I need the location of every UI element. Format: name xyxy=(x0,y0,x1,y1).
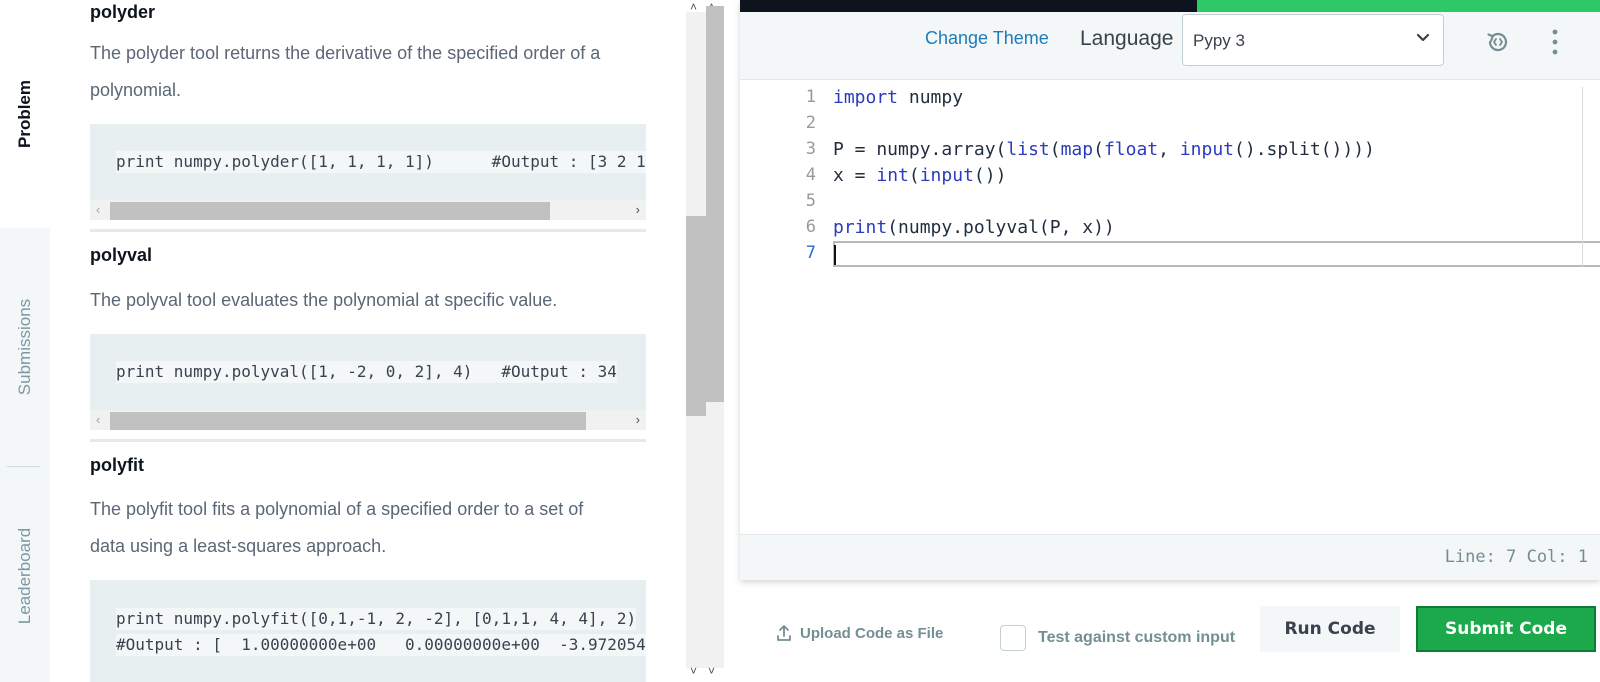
section-desc-polyder: The polyder tool returns the derivative … xyxy=(90,35,646,109)
text-cursor xyxy=(834,245,836,265)
section-desc-polyval: The polyval tool evaluates the polynomia… xyxy=(90,282,646,319)
code-text: ( xyxy=(1049,139,1061,160)
code-keyword: int xyxy=(876,165,909,186)
section-desc-polyfit: The polyfit tool fits a polynomial of a … xyxy=(90,491,646,565)
scroll-down-icon[interactable]: ˅ xyxy=(708,664,715,678)
code-text: x = xyxy=(833,165,877,186)
code-keyword: map xyxy=(1060,139,1094,160)
scroll-down-icon[interactable]: ˅ xyxy=(690,664,697,678)
line-number: 5 xyxy=(805,191,816,211)
tab-leaderboard[interactable]: Leaderboard xyxy=(0,470,50,682)
editor-minimap-edge xyxy=(1582,87,1600,267)
section-divider xyxy=(90,439,646,442)
code-line[interactable]: import numpy xyxy=(833,87,963,108)
upload-icon xyxy=(777,625,791,641)
desc-line: The polyval tool evaluates the polynomia… xyxy=(90,290,558,310)
line-number: 2 xyxy=(805,113,816,133)
code-text: , xyxy=(1158,139,1180,160)
section-title-polyfit: polyfit xyxy=(90,455,144,475)
vertical-tab-rail: Problem Submissions Leaderboard xyxy=(0,0,50,682)
section-divider xyxy=(90,229,646,232)
section-title-polyder: polyder xyxy=(90,2,156,22)
line-number: 3 xyxy=(805,139,816,159)
scroll-right-icon[interactable]: › xyxy=(636,412,640,427)
code-line[interactable]: print(numpy.polyval(P, x)) xyxy=(833,217,1115,238)
code-block-polyval: print numpy.polyval([1, -2, 0, 2], 4) #O… xyxy=(90,334,646,430)
desc-line: data using a least-squares approach. xyxy=(90,536,387,556)
code-text: ().split()))) xyxy=(1234,139,1375,160)
tab-submissions-label: Submissions xyxy=(15,298,34,396)
line-number: 6 xyxy=(805,217,816,237)
top-strip-dark xyxy=(740,0,1197,12)
code-text: P = numpy.array( xyxy=(833,139,1007,160)
code-line: print numpy.polyval([1, -2, 0, 2], 4) #O… xyxy=(116,361,617,383)
panel-resize-handle[interactable] xyxy=(700,322,710,362)
tab-problem[interactable]: Problem xyxy=(0,0,50,228)
code-editor-panel: Change Theme Language Pypy 3 import nump… xyxy=(740,0,1600,580)
section-title-polyval: polyval xyxy=(90,245,153,265)
problem-statement: polyder The polyder tool returns the der… xyxy=(50,0,686,682)
code-hscrollbar[interactable]: ‹ › xyxy=(90,410,646,430)
language-select[interactable]: Pypy 3 xyxy=(1182,14,1444,66)
desc-line: The polyfit tool fits a polynomial of a … xyxy=(90,499,584,519)
editor-toolbar: Change Theme Language Pypy 3 xyxy=(740,12,1600,80)
code-block-polyfit: print numpy.polyfit([0,1,-1, 2, -2], [0,… xyxy=(90,580,646,682)
code-text: numpy xyxy=(898,87,964,108)
upload-code-label: Upload Code as File xyxy=(800,624,944,642)
scroll-left-icon[interactable]: ‹ xyxy=(96,412,100,427)
scroll-left-icon[interactable]: ‹ xyxy=(96,202,100,217)
scroll-thumb[interactable] xyxy=(110,202,550,220)
code-line: #Output : [ 1.00000000e+00 0.00000000e+0… xyxy=(116,634,646,656)
code-text: ( xyxy=(1093,139,1104,160)
tab-problem-label: Problem xyxy=(15,79,34,149)
tab-leaderboard-label: Leaderboard xyxy=(15,527,35,625)
code-line[interactable]: x = int(input()) xyxy=(833,165,1006,186)
code-keyword: list xyxy=(1006,139,1050,160)
rail-divider xyxy=(7,466,40,467)
code-block-polyder: print numpy.polyder([1, 1, 1, 1]) #Outpu… xyxy=(90,124,646,220)
scroll-thumb[interactable] xyxy=(686,216,706,416)
chevron-down-icon xyxy=(1416,33,1430,42)
top-strip-green xyxy=(1197,0,1600,12)
active-line-highlight xyxy=(833,241,1600,267)
code-text: ( xyxy=(908,165,920,186)
code-keyword: print xyxy=(833,217,888,238)
line-number: 4 xyxy=(805,165,816,185)
more-options-icon[interactable] xyxy=(1550,28,1560,56)
code-keyword: import xyxy=(833,87,899,108)
restore-code-icon[interactable] xyxy=(1484,28,1512,56)
line-number: 7 xyxy=(805,243,816,263)
cursor-position-status: Line: 7 Col: 1 xyxy=(1444,547,1588,567)
code-keyword: input xyxy=(919,165,974,186)
app-root: Problem Submissions Leaderboard polyder … xyxy=(0,0,1600,682)
tab-submissions[interactable]: Submissions xyxy=(0,232,50,462)
run-code-button[interactable]: Run Code xyxy=(1260,606,1400,652)
problem-vscrollbar[interactable]: ˄ ˄ ˅ ˅ xyxy=(686,0,724,682)
desc-line: polynomial. xyxy=(90,80,182,100)
desc-line: The polyder tool returns the derivative … xyxy=(90,43,601,63)
code-line[interactable]: P = numpy.array(list(map(float, input().… xyxy=(833,139,1375,160)
language-label: Language xyxy=(1080,27,1174,50)
change-theme-link[interactable]: Change Theme xyxy=(925,28,1049,49)
custom-input-label[interactable]: Test against custom input xyxy=(1038,629,1235,647)
custom-input-toggle: Test against custom input xyxy=(1000,625,1235,651)
language-select-value: Pypy 3 xyxy=(1193,31,1245,50)
scroll-thumb[interactable] xyxy=(110,412,586,430)
line-number: 1 xyxy=(805,87,816,107)
editor-statusbar: Line: 7 Col: 1 xyxy=(740,534,1600,580)
code-text: ()) xyxy=(973,165,1007,186)
code-line: print numpy.polyder([1, 1, 1, 1]) #Outpu… xyxy=(116,151,646,173)
upload-code-button[interactable]: Upload Code as File xyxy=(776,624,943,642)
code-hscrollbar[interactable]: ‹ › xyxy=(90,200,646,220)
scroll-right-icon[interactable]: › xyxy=(636,202,640,217)
code-text: (numpy.polyval(P, x)) xyxy=(887,217,1115,238)
submit-code-button[interactable]: Submit Code xyxy=(1416,606,1596,652)
custom-input-checkbox[interactable] xyxy=(1000,625,1026,651)
code-line: print numpy.polyfit([0,1,-1, 2, -2], [0,… xyxy=(116,608,637,630)
code-input-area[interactable]: import numpy P = numpy.array(list(map(flo… xyxy=(740,81,1600,534)
code-keyword: input xyxy=(1179,139,1235,160)
code-keyword: float xyxy=(1103,139,1159,160)
